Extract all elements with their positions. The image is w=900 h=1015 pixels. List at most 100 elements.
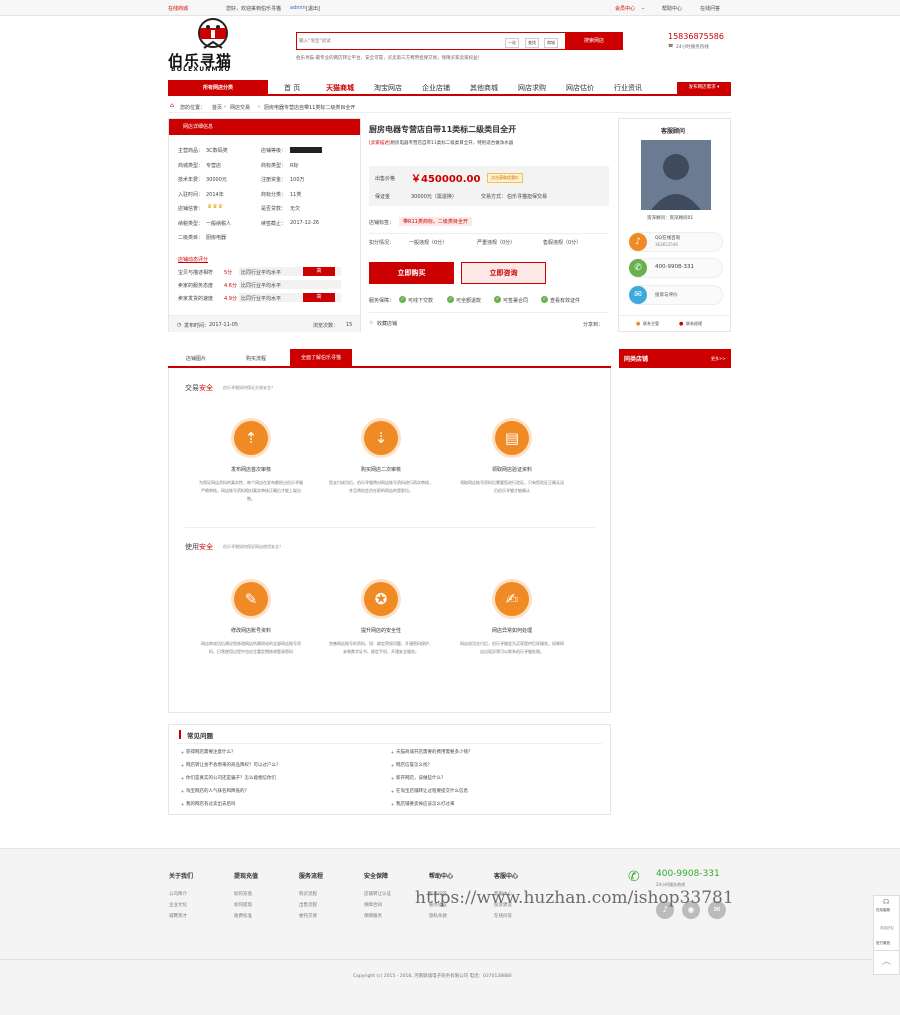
faq-item[interactable]: 在淘宝店铺转让过程要提交什么信息 xyxy=(391,788,468,794)
price-label: 出售价格 xyxy=(375,176,396,182)
rating-key: 宝贝与描述相符 xyxy=(178,270,214,276)
footer-link[interactable]: 保障合同 xyxy=(364,902,382,908)
footer-link[interactable]: 出售流程 xyxy=(299,902,317,908)
footer-link[interactable]: 隐私条款 xyxy=(429,913,447,919)
nav-tmall[interactable]: 天猫商城 xyxy=(326,83,354,93)
copyright: Copyright (c) 2015 - 2018, 河南联诚电子商务有限公司 … xyxy=(353,974,512,979)
contact-supervisor-link[interactable]: 联系主管 xyxy=(643,321,659,327)
detail-panel-footer: ◷ 发布时间： 2017-11-05 浏览次数： 15 xyxy=(169,315,360,332)
detail-tabs: 店铺图片 购买流程 全面了解伯乐寻猫 xyxy=(168,349,611,368)
footer-link[interactable]: 保障服务 xyxy=(364,913,382,919)
tab-buy-process[interactable]: 购买流程 xyxy=(246,355,266,362)
use-safety-title-b: 安全 xyxy=(199,543,213,551)
rating-compare: 比同行业平均水平 xyxy=(241,270,282,276)
tab-shop-images[interactable]: 店铺图片 xyxy=(186,355,206,362)
tab-about[interactable]: 全面了解伯乐寻猫 xyxy=(290,349,352,368)
online-ask-link[interactable]: 在线问答 xyxy=(700,5,720,12)
faq-item[interactable]: 我店铺要卖掉应该怎么打过来 xyxy=(391,801,455,807)
username-link[interactable]: admin xyxy=(290,5,306,11)
footer-link[interactable]: 购买流程 xyxy=(299,891,317,897)
similar-more-link[interactable]: 更多>> xyxy=(711,356,726,362)
buy-now-button[interactable]: 立即购买 xyxy=(369,262,454,284)
faq-panel: 常见问题 获得网店需要注意什么？ 网店转让会不会原来的商品降权？可以过户么？ 你们是… xyxy=(168,724,611,815)
shop-detail-panel: 网店详细信息 主营商品： 3C数码类 店铺等级： 商城类型： 专营店 商标类型： R标 技术年… xyxy=(168,118,361,332)
footer-col-title: 关于我们 xyxy=(169,873,194,880)
search-tab-mall[interactable]: 商城 xyxy=(544,38,558,48)
penalty-fake: 售假违规（0分） xyxy=(543,240,582,246)
use-safety-subtitle: 伯乐寻猫如何保证网店使用安全？ xyxy=(223,544,283,549)
back-to-top-icon[interactable]: ︿ xyxy=(882,954,891,967)
favorite-link[interactable]: 收藏店铺 xyxy=(377,320,397,327)
faq-item[interactable]: 获得网店需要注意什么？ xyxy=(181,749,236,755)
logout-link[interactable]: [退出] xyxy=(306,5,320,12)
detail-key: 商标分类： xyxy=(261,191,287,198)
deposit-value: 30000元（需退换） xyxy=(411,194,457,200)
publish-demand-button[interactable]: 发布网店需求 ▾ xyxy=(677,82,731,94)
footer-link[interactable]: 委托交易 xyxy=(299,913,317,919)
headset-icon[interactable]: ☊ xyxy=(883,898,889,906)
shop-title: 厨房电器专营店自带11类标二级类目全开 xyxy=(369,125,517,134)
search-box: 一站 查找 商城 xyxy=(296,32,566,50)
nav-valuation[interactable]: 网店估价 xyxy=(566,83,594,93)
rating-tag: 高 xyxy=(303,267,335,276)
faq-item[interactable]: 你们是真实的公司还是骗子？怎么能相信你们 xyxy=(181,775,276,781)
search-tab-find[interactable]: 查找 xyxy=(525,38,539,48)
footer-link[interactable]: 如何提现 xyxy=(234,902,252,908)
footer-link[interactable]: 公司简介 xyxy=(169,891,187,897)
detail-key: 入驻时间： xyxy=(178,191,204,198)
footer-link[interactable]: 收费标准 xyxy=(234,913,252,919)
check-icon: ✓ xyxy=(541,296,548,303)
contact-manager-link[interactable]: 联系经理 xyxy=(686,321,702,327)
trade-safety-item-desc: 为保证网店资料的真实性，每个网店在发布都经过伯乐寻猫严格审核，网店账号资料相对真… xyxy=(199,480,303,501)
price-tip-button[interactable]: 点击获取优惠价 xyxy=(487,173,523,183)
detail-value: 11类 xyxy=(290,191,302,198)
rating-tag: 高 xyxy=(303,293,335,302)
breadcrumb: ⌂ 您的位置： 首页 › 网店交易 › 厨房电器专营店自带11类标二级类目全开 xyxy=(168,101,731,113)
faq-item[interactable]: 淘宝网店的人气排名和降低的？ xyxy=(181,788,249,794)
chevron-down-icon: ⌄ xyxy=(641,5,646,11)
view-count: 15 xyxy=(346,322,353,328)
search-tab-site[interactable]: 一站 xyxy=(505,38,519,48)
rating-compare: 比同行业平均水平 xyxy=(241,296,282,302)
footer-link[interactable]: 在线问答 xyxy=(494,913,512,919)
faq-item[interactable]: 天猫商城开店需要的费用需要多少钱？ xyxy=(391,749,473,755)
footer-link[interactable]: 如何充值 xyxy=(234,891,252,897)
detail-value: 30000元 xyxy=(206,177,227,183)
all-category-button[interactable]: 所有网店分类 xyxy=(168,80,268,96)
footer-link[interactable]: 诚聘英才 xyxy=(169,913,187,919)
faq-item[interactable]: 新开网店，该做些什么？ xyxy=(391,775,446,781)
detail-key: 纳税类型： xyxy=(178,220,204,227)
breadcrumb-home[interactable]: 首页 xyxy=(212,104,222,111)
float-wechat[interactable]: 官方微信 xyxy=(876,941,890,946)
trade-safety-item-title: 发布网店首次审核 xyxy=(230,467,271,473)
search-button[interactable]: 搜索网店 xyxy=(565,32,623,50)
footer-col-title: 服务流程 xyxy=(299,873,324,880)
nav-news[interactable]: 行业资讯 xyxy=(614,83,642,93)
float-online-service[interactable]: 在线客服 xyxy=(876,908,890,913)
nav-home[interactable]: 首 页 xyxy=(284,83,300,93)
check-icon: ✓ xyxy=(494,296,501,303)
welcome-text: 您好，欢迎来到伯乐寻猫 xyxy=(226,6,282,12)
search-input[interactable] xyxy=(299,36,489,46)
logo-cat-icon[interactable] xyxy=(188,18,238,52)
faq-item[interactable]: 网店信誉怎么找？ xyxy=(391,762,432,768)
online-mall-link[interactable]: 在线商城 xyxy=(168,5,188,12)
detail-key: 主营商品： xyxy=(178,148,204,154)
faq-item[interactable]: 我的网店有过卖出去后吗 xyxy=(181,801,236,807)
footer-link[interactable]: 店铺转让认证 xyxy=(364,891,391,897)
help-center-link[interactable]: 帮助中心 xyxy=(662,5,682,12)
share-label[interactable]: 分享到： xyxy=(583,321,603,328)
nav-wanted[interactable]: 网店求购 xyxy=(518,83,546,93)
use-safety-item-title: 提升网店的安全性 xyxy=(360,628,401,634)
float-add-friend[interactable]: 添加好友 xyxy=(880,926,894,931)
rating-key: 卖家发货的速度 xyxy=(178,296,214,302)
footer-link[interactable]: 企业文化 xyxy=(169,902,187,908)
nav-taobao[interactable]: 淘宝网店 xyxy=(374,83,402,93)
member-center-link[interactable]: 会员中心 xyxy=(615,5,635,12)
faq-item[interactable]: 网店转让会不会原来的商品降权？可以过户么？ xyxy=(181,762,281,768)
publish-time: 2017-11-05 xyxy=(209,322,239,328)
nav-other-mall[interactable]: 其他商城 xyxy=(470,83,498,93)
nav-enterprise[interactable]: 企业店铺 xyxy=(422,83,450,93)
consult-now-button[interactable]: 立即咨询 xyxy=(461,262,546,284)
breadcrumb-trade[interactable]: 网店交易 xyxy=(230,104,250,111)
